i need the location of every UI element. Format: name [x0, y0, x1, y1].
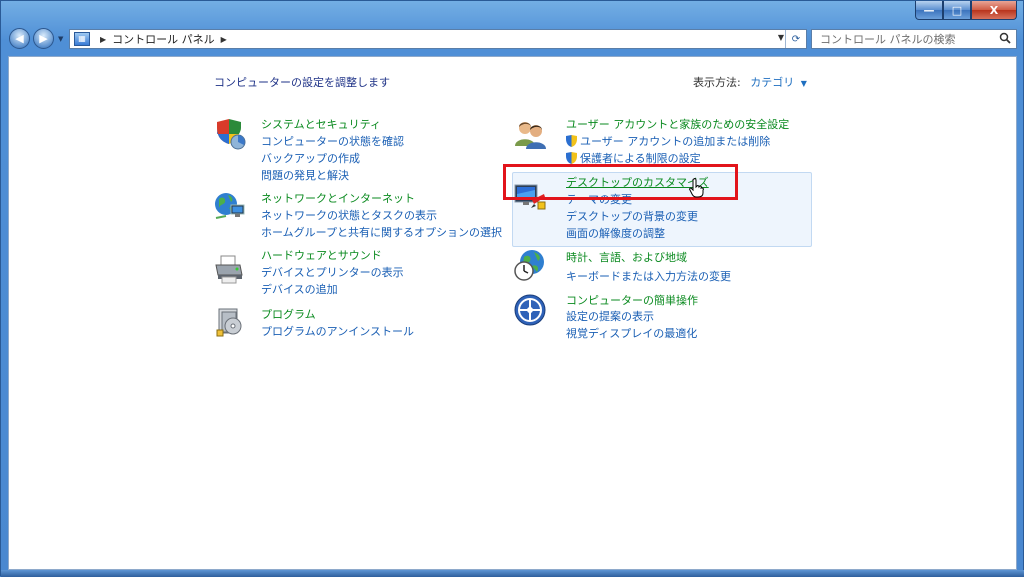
printer-icon: [215, 255, 243, 284]
breadcrumb-arrow-icon[interactable]: ▶: [100, 35, 106, 44]
category-title-hardware-sound[interactable]: ハードウェアとサウンド: [261, 247, 382, 263]
category-title-programs[interactable]: プログラム: [261, 306, 316, 322]
clock-globe-icon: [514, 250, 544, 281]
link-uninstall-program[interactable]: プログラムのアンインストール: [261, 323, 414, 339]
search-input[interactable]: [818, 31, 992, 47]
shield-icon: [217, 119, 246, 150]
category-title-user-accounts[interactable]: ユーザー アカウントと家族のための安全設定: [566, 116, 789, 132]
uac-shield-icon: [566, 152, 577, 164]
link-adjust-screen-resolution[interactable]: 画面の解像度の調整: [566, 225, 665, 241]
users-icon: [515, 122, 546, 149]
link-suggested-settings[interactable]: 設定の提案の表示: [566, 308, 654, 324]
link-add-remove-user[interactable]: ユーザー アカウントの追加または削除: [566, 133, 770, 149]
maximize-button[interactable]: □: [943, 1, 971, 20]
link-optimize-visual-display[interactable]: 視覚ディスプレイの最適化: [566, 325, 697, 341]
navigation-bar: ◀ ▶ ▼ ▦ ▶ コントロール パネル ▶ ▼ ⟳: [1, 27, 1023, 53]
title-bar: — □ X: [1, 1, 1023, 23]
recent-pages-dropdown-icon[interactable]: ▼: [58, 35, 63, 43]
category-title-system-security[interactable]: システムとセキュリティ: [261, 116, 381, 132]
programs-icon: [216, 308, 242, 337]
link-homegroup-sharing[interactable]: ホームグループと共有に関するオプションの選択: [261, 224, 502, 240]
category-title-clock-language-region[interactable]: 時計、言語、および地域: [566, 249, 687, 265]
ease-of-access-icon: [514, 294, 546, 326]
link-check-computer-status[interactable]: コンピューターの状態を確認: [261, 133, 404, 149]
link-add-device[interactable]: デバイスの追加: [261, 281, 338, 297]
link-add-remove-user-label: ユーザー アカウントの追加または削除: [580, 135, 771, 148]
link-change-keyboard-input[interactable]: キーボードまたは入力方法の変更: [566, 268, 731, 284]
link-change-desktop-background[interactable]: デスクトップの背景の変更: [566, 208, 698, 224]
link-create-backup[interactable]: バックアップの作成: [261, 150, 360, 166]
refresh-icon[interactable]: ⟳: [785, 30, 806, 48]
address-bar[interactable]: ▦ ▶ コントロール パネル ▶ ▼ ⟳: [69, 29, 807, 49]
breadcrumb-arrow-icon[interactable]: ▶: [221, 35, 227, 44]
close-button[interactable]: X: [971, 1, 1017, 20]
breadcrumb-control-panel[interactable]: コントロール パネル: [112, 31, 215, 47]
control-panel-icon: ▦: [74, 32, 90, 46]
view-by-label: 表示方法:: [693, 76, 741, 89]
window-controls: — □ X: [915, 1, 1017, 20]
hand-pointer-icon: [689, 178, 704, 198]
view-by: 表示方法: カテゴリ ▼: [693, 74, 807, 90]
network-globe-icon: [215, 193, 245, 219]
content-pane: コンピューターの設定を調整します 表示方法: カテゴリ ▼ システムとセキュリテ…: [8, 56, 1017, 570]
view-by-chevron-down-icon[interactable]: ▼: [801, 79, 807, 88]
control-panel-window: — □ X ◀ ▶ ▼ ▦ ▶ コントロール パネル ▶ ▼ ⟳ コンピューター…: [0, 0, 1024, 577]
view-by-dropdown[interactable]: カテゴリ: [750, 76, 794, 89]
search-box[interactable]: [811, 29, 1017, 49]
minimize-button[interactable]: —: [915, 1, 943, 20]
link-view-network-status[interactable]: ネットワークの状態とタスクの表示: [261, 207, 437, 223]
category-title-network-internet[interactable]: ネットワークとインターネット: [261, 190, 415, 206]
uac-shield-icon: [566, 135, 577, 147]
category-title-ease-of-access[interactable]: コンピューターの簡単操作: [566, 292, 698, 308]
address-dropdown-icon[interactable]: ▼: [778, 33, 784, 42]
forward-button[interactable]: ▶: [33, 28, 54, 49]
page-heading: コンピューターの設定を調整します: [214, 76, 390, 89]
link-devices-printers[interactable]: デバイスとプリンターの表示: [261, 264, 404, 280]
back-button[interactable]: ◀: [9, 28, 30, 49]
search-icon[interactable]: [999, 32, 1011, 47]
link-troubleshoot[interactable]: 問題の発見と解決: [261, 167, 349, 183]
